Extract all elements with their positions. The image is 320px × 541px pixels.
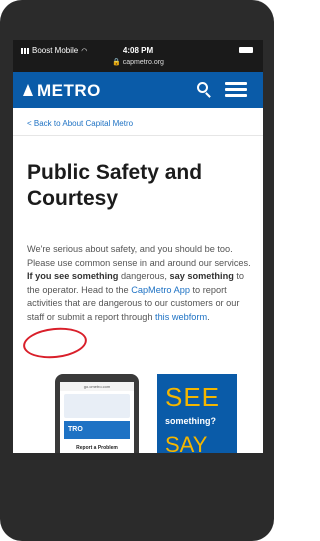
text-bold: If you see something [27,271,119,281]
battery-icon [239,47,253,53]
phone-mockup-url: go.cmetro.com [60,382,134,391]
capmetro-app-link[interactable]: CapMetro App [131,285,190,295]
logo-text: METRO [37,81,101,100]
address-bar[interactable]: 🔒 capmetro.org [13,58,263,66]
phone-mockup-banner: TRO [64,421,130,439]
metro-logo[interactable]: METRO [23,81,101,101]
text-segment: dangerous, [118,271,170,281]
phone-mockup-report-label: Report a Problem [76,445,118,451]
status-time: 4:08 PM [122,46,154,55]
hamburger-menu-icon[interactable] [225,82,247,98]
page-title: Public Safety and Courtesy [27,161,203,211]
text-bold: say something [169,271,234,281]
see-something-banner: SEE something? SAY [157,374,237,453]
divider [13,135,263,136]
status-bar: Boost Mobile ◠ 4:08 PM 🔒 capmetro.org [13,40,263,72]
highlight-circle [21,324,89,362]
site-header: METRO [13,72,263,108]
webform-link[interactable]: this webform [155,312,207,322]
say-text: SAY [165,432,208,453]
phone-mockup-screen: go.cmetro.com TRO Report a Problem [60,382,134,453]
something-text: something? [165,416,216,426]
breadcrumb-back-link[interactable]: < Back to About Capital Metro [27,119,133,128]
safety-paragraph: We're serious about safety, and you shou… [27,243,255,324]
phone-mockup-card [64,394,130,418]
phone-mockup-image: go.cmetro.com TRO Report a Problem [55,374,139,453]
logo-mark-icon [23,84,33,98]
phone-frame: Boost Mobile ◠ 4:08 PM 🔒 capmetro.org ME… [0,0,274,541]
text-segment: . [207,311,210,322]
text-segment: We're serious about safety, and you shou… [27,244,251,268]
url-text: capmetro.org [122,59,164,66]
search-icon[interactable] [197,82,208,93]
see-something-promo: go.cmetro.com TRO Report a Problem SEE s… [27,374,263,453]
see-text: SEE [165,382,221,412]
phone-screen: Boost Mobile ◠ 4:08 PM 🔒 capmetro.org ME… [13,40,263,453]
